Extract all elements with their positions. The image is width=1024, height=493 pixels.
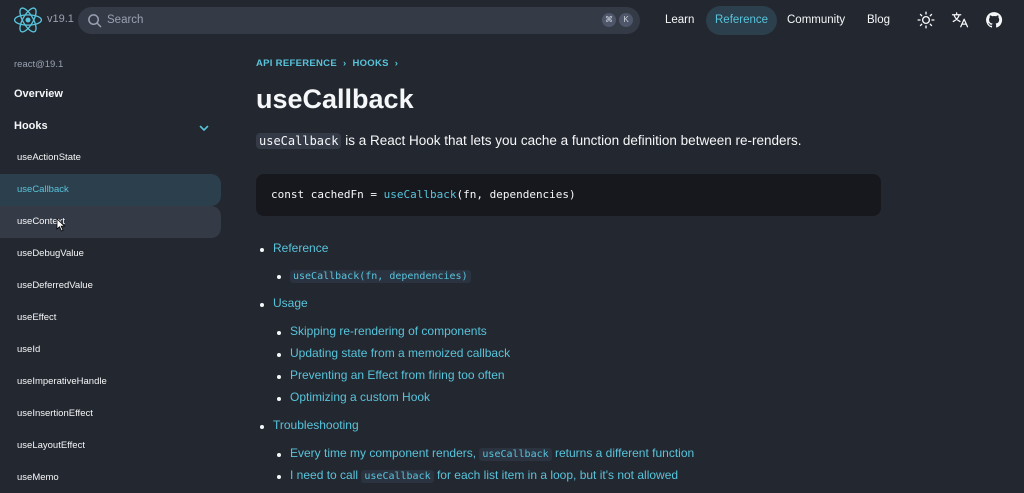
github-icon[interactable]: [985, 11, 1003, 29]
top-navigation-bar: v19.1 Search ⌘ K Learn Reference Communi…: [0, 0, 1024, 42]
sidebar-item-useeffect[interactable]: useEffect: [0, 302, 221, 334]
theme-toggle-icon[interactable]: [917, 11, 935, 29]
search-placeholder: Search: [107, 14, 144, 26]
intro-text: is a React Hook that lets you cache a fu…: [341, 133, 802, 148]
sidebar-item-usecallback[interactable]: useCallback: [0, 174, 221, 206]
sidebar-item-overview[interactable]: Overview: [14, 88, 63, 100]
breadcrumb-hooks[interactable]: HOOKS: [352, 58, 388, 69]
toc-usage-label: Usage: [273, 296, 308, 310]
toc-troubleshooting-text: I need to call: [290, 468, 362, 482]
sidebar-version-label: react@19.1: [14, 59, 64, 70]
intro-paragraph: useCallback is a React Hook that lets yo…: [256, 133, 802, 149]
code-keyword: const: [271, 188, 305, 201]
sidebar-item-usedebugvalue[interactable]: useDebugValue: [0, 238, 221, 270]
toc-usage[interactable]: Usage: [260, 296, 308, 310]
chevron-right-icon: ›: [342, 58, 347, 69]
search-input[interactable]: Search ⌘ K: [78, 7, 640, 34]
nav-community[interactable]: Community: [778, 6, 854, 35]
toc-usage-item-label: Updating state from a memoized callback: [290, 346, 511, 360]
toc-reference-label: Reference: [273, 241, 329, 255]
toc-troubleshooting-label: Troubleshooting: [273, 418, 359, 432]
toc-reference-signature[interactable]: useCallback(fn, dependencies): [277, 268, 471, 283]
toc-troubleshooting-item[interactable]: Every time my component renders, useCall…: [277, 446, 695, 461]
sidebar-item-useid[interactable]: useId: [0, 334, 221, 366]
toc-reference[interactable]: Reference: [260, 241, 328, 255]
shortcut-key-cmd: ⌘: [602, 13, 616, 27]
toc-troubleshooting-text: for each list item in a loop, but it's n…: [433, 468, 679, 482]
breadcrumb: API REFERENCE › HOOKS ›: [256, 58, 404, 69]
toc-troubleshooting-code: useCallback: [361, 470, 434, 483]
sidebar-item-uselayouteffect[interactable]: useLayoutEffect: [0, 430, 221, 462]
toc-usage-item[interactable]: Skipping re-rendering of components: [277, 324, 487, 338]
toc-usage-item[interactable]: Preventing an Effect from firing too oft…: [277, 368, 505, 382]
code-variable: cachedFn =: [304, 188, 384, 201]
sidebar-item-useinsertioneffect[interactable]: useInsertionEffect: [0, 398, 221, 430]
sidebar-item-useimperativehandle[interactable]: useImperativeHandle: [0, 366, 221, 398]
toc-usage-item[interactable]: Optimizing a custom Hook: [277, 390, 430, 404]
shortcut-key-k: K: [619, 13, 633, 27]
toc-usage-item[interactable]: Updating state from a memoized callback: [277, 346, 510, 360]
toc-reference-signature-code: useCallback(fn, dependencies): [290, 270, 471, 283]
toc-usage-item-label: Optimizing a custom Hook: [290, 390, 431, 404]
sidebar-item-usecontext[interactable]: useContext: [0, 206, 221, 238]
toc-troubleshooting-text: Every time my component renders,: [290, 446, 480, 460]
page-title: useCallback: [256, 84, 414, 114]
chevron-down-icon[interactable]: [198, 122, 210, 134]
sidebar-item-useactionstate[interactable]: useActionState: [0, 142, 221, 174]
toc-troubleshooting-item[interactable]: I need to call useCallback for each list…: [277, 468, 679, 483]
react-logo-icon[interactable]: [14, 7, 42, 33]
translate-icon[interactable]: [951, 11, 969, 29]
chevron-right-icon: ›: [394, 58, 399, 69]
toc-usage-item-label: Preventing an Effect from firing too oft…: [290, 368, 505, 382]
sidebar-item-usememo[interactable]: useMemo: [0, 462, 221, 493]
sidebar-section-hooks[interactable]: Hooks: [14, 120, 48, 132]
code-function: useCallback: [383, 188, 457, 201]
breadcrumb-api-reference[interactable]: API REFERENCE: [256, 58, 337, 69]
intro-inline-code: useCallback: [256, 133, 342, 149]
search-icon: [88, 14, 102, 28]
code-block: const cachedFn = useCallback(fn, depende…: [256, 174, 881, 216]
nav-reference[interactable]: Reference: [706, 6, 778, 35]
nav-blog[interactable]: Blog: [858, 6, 899, 35]
mouse-cursor-icon: [56, 218, 66, 232]
version-label[interactable]: v19.1: [47, 13, 74, 25]
sidebar: react@19.1 Overview Hooks useActionState…: [0, 42, 221, 493]
sidebar-item-usedeferredvalue[interactable]: useDeferredValue: [0, 270, 221, 302]
nav-learn[interactable]: Learn: [656, 6, 703, 35]
toc-usage-item-label: Skipping re-rendering of components: [290, 324, 487, 338]
code-line: const cachedFn = useCallback(fn, depende…: [271, 188, 576, 201]
toc-troubleshooting-text: returns a different function: [551, 446, 695, 460]
code-args: (fn, dependencies): [456, 188, 576, 201]
toc-troubleshooting-code: useCallback: [479, 448, 552, 461]
toc-troubleshooting[interactable]: Troubleshooting: [260, 418, 359, 432]
